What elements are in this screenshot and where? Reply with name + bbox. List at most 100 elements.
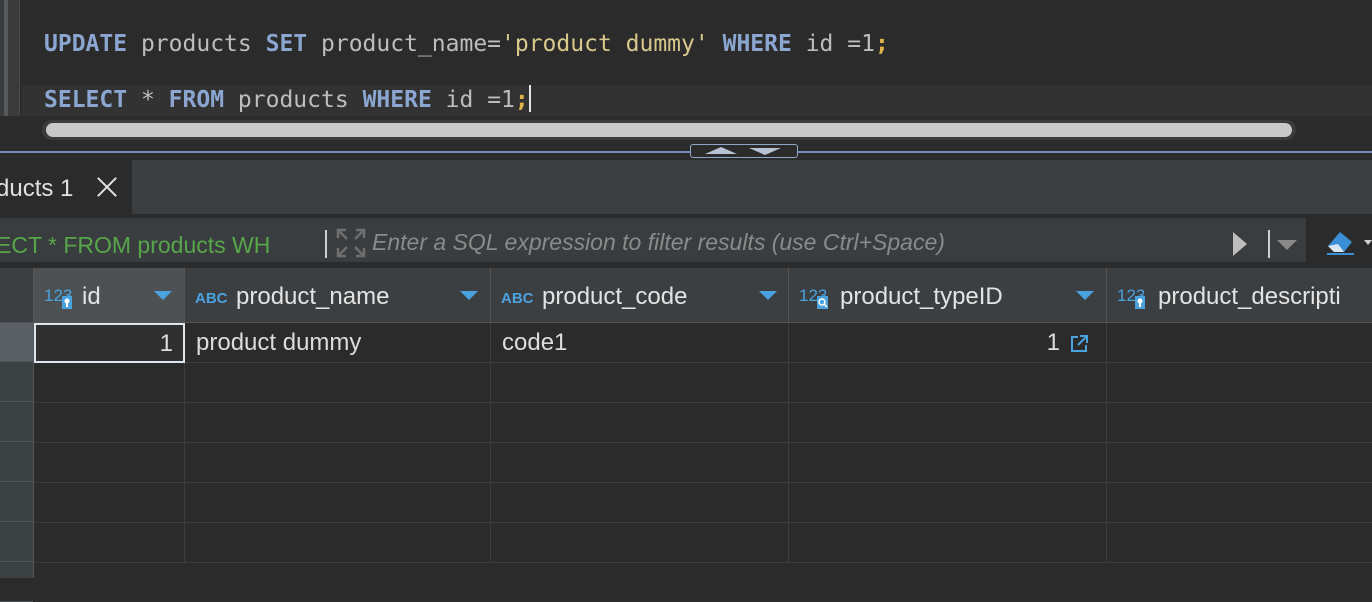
row-header[interactable] <box>0 363 33 402</box>
grid-cell-empty <box>34 523 185 563</box>
query-preview: ECT * FROM products WH <box>0 232 271 258</box>
grid-cell-empty <box>789 403 1107 443</box>
text-icon: ABC <box>195 284 229 310</box>
grid-cell-product-description[interactable] <box>1107 323 1372 363</box>
filter-bar: ECT * FROM products WH <box>0 214 1372 266</box>
keyword-where: WHERE <box>722 31 792 57</box>
grid-cell-empty <box>185 403 491 443</box>
grid-cell-empty <box>789 363 1107 403</box>
table-name: products <box>237 87 349 113</box>
column-label: product_typeID <box>840 283 1003 310</box>
svg-text:ABC: ABC <box>195 290 228 307</box>
assignment: product_name= <box>321 31 502 57</box>
corner-cell[interactable] <box>0 268 33 323</box>
column-header-product-code[interactable]: ABC product_code <box>491 268 789 323</box>
chevron-down-icon[interactable] <box>1364 240 1372 245</box>
svg-text:ABC: ABC <box>501 290 534 307</box>
column-menu-icon[interactable] <box>154 291 172 300</box>
numeric-key-icon: 123 <box>44 284 78 310</box>
semicolon: ; <box>874 31 889 57</box>
grid-cell-empty <box>789 523 1107 563</box>
row-header-column <box>0 268 34 602</box>
scrollbar-thumb[interactable] <box>46 123 1292 137</box>
grid-cell-empty <box>491 363 789 403</box>
open-reference-icon[interactable] <box>1069 333 1089 353</box>
grid-cell-empty <box>34 483 185 523</box>
results-grid[interactable]: 123 id ABC product_name ABC product_code… <box>0 268 1372 602</box>
column-label: id <box>82 283 101 310</box>
semicolon: ; <box>514 87 529 113</box>
row-header[interactable] <box>0 523 33 562</box>
row-header[interactable] <box>0 403 33 442</box>
row-header[interactable] <box>0 443 33 482</box>
grid-cell-product-typeid[interactable]: 1 <box>789 323 1107 363</box>
row-header[interactable] <box>0 483 33 522</box>
grid-cell-empty <box>185 363 491 403</box>
numeric-key-icon: 123 <box>1117 284 1151 310</box>
text-cursor <box>528 85 531 112</box>
column-label: product_code <box>542 283 688 310</box>
panel-splitter[interactable] <box>0 151 1372 153</box>
table-name: products <box>140 31 252 57</box>
tab-label: ducts 1 <box>0 175 74 202</box>
star: * <box>140 87 155 113</box>
expand-down-icon <box>749 148 781 155</box>
expand-icon[interactable] <box>336 228 366 258</box>
grid-cell-product-code[interactable]: code1 <box>491 323 789 363</box>
condition: id =1 <box>805 31 875 57</box>
divider <box>1268 230 1270 258</box>
text-icon: ABC <box>501 284 535 310</box>
column-menu-icon[interactable] <box>460 291 478 300</box>
grid-cell-empty <box>34 443 185 483</box>
grid-cell-empty <box>185 523 491 563</box>
keyword-select: SELECT <box>44 87 128 113</box>
column-header-id[interactable]: 123 id <box>34 268 185 323</box>
grid-cell-empty <box>1107 523 1372 563</box>
apply-filter-icon[interactable] <box>1233 232 1247 256</box>
keyword-update: UPDATE <box>44 31 128 57</box>
code-line-select[interactable]: SELECT * FROM products WHERE id =1; <box>44 85 531 115</box>
grid-cell-empty <box>491 403 789 443</box>
grid-cell-empty <box>789 443 1107 483</box>
column-menu-icon[interactable] <box>1076 291 1094 300</box>
grid-cell-empty <box>1107 363 1372 403</box>
column-header-product-name[interactable]: ABC product_name <box>185 268 491 323</box>
grid-cell-id[interactable]: 1 <box>34 323 185 363</box>
grid-cell-empty <box>1107 443 1372 483</box>
filter-field: ECT * FROM products WH <box>0 218 1306 262</box>
grid-cell-product-name[interactable]: product dummy <box>185 323 491 363</box>
grid-cell-empty <box>491 483 789 523</box>
grid-cell-empty <box>1107 403 1372 443</box>
keyword-from: FROM <box>168 87 225 113</box>
tab-results[interactable]: ducts 1 <box>0 160 132 214</box>
sql-editor[interactable]: UPDATE products SET product_name='produc… <box>0 0 1372 150</box>
column-label: product_name <box>236 283 390 310</box>
eraser-icon[interactable] <box>1324 226 1358 256</box>
editor-gutter <box>0 0 20 116</box>
grid-cell-empty <box>185 443 491 483</box>
keyword-set: SET <box>265 31 308 57</box>
grid-cell-empty <box>1107 483 1372 523</box>
grid-cell-empty <box>491 523 789 563</box>
code-line-update[interactable]: UPDATE products SET product_name='produc… <box>44 29 889 59</box>
results-tab-bar: ducts 1 <box>0 160 1372 214</box>
grid-cell-empty <box>789 483 1107 523</box>
filter-history-dropdown-icon[interactable] <box>1277 240 1297 250</box>
close-icon[interactable] <box>96 176 118 198</box>
string-literal: 'product dummy' <box>501 31 709 57</box>
numeric-fk-icon: 123 <box>799 284 833 310</box>
splitter-toggle-button[interactable] <box>690 144 798 158</box>
row-header[interactable] <box>0 323 33 362</box>
column-header-product-description[interactable]: 123 product_descripti <box>1107 268 1372 323</box>
column-menu-icon[interactable] <box>759 291 777 300</box>
grid-cell-empty <box>185 483 491 523</box>
column-header-product-typeid[interactable]: 123 product_typeID <box>789 268 1107 323</box>
grid-cell-empty <box>34 403 185 443</box>
divider <box>325 230 327 258</box>
filter-input[interactable] <box>372 226 1222 258</box>
column-label: product_descripti <box>1158 283 1341 310</box>
horizontal-scrollbar[interactable] <box>42 120 1296 140</box>
grid-cell-empty <box>34 363 185 403</box>
condition: id =1 <box>445 87 515 113</box>
row-header[interactable] <box>0 563 33 602</box>
